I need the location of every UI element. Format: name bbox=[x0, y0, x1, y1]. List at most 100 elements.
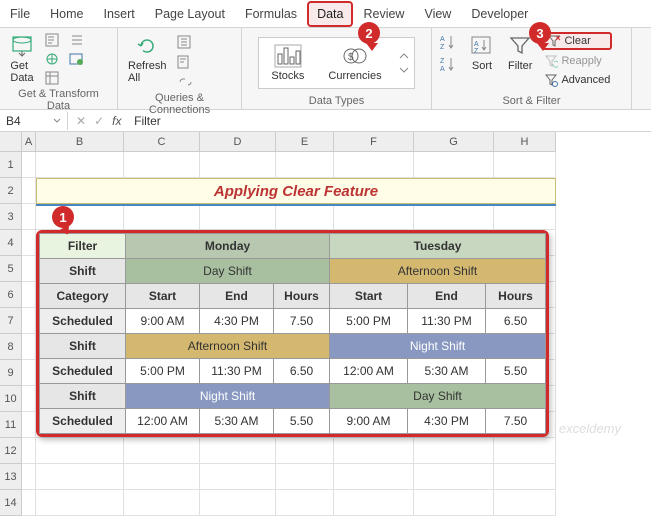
tab-developer[interactable]: Developer bbox=[461, 1, 538, 27]
col-header[interactable]: A bbox=[22, 132, 36, 152]
row-header[interactable]: 9 bbox=[0, 360, 22, 386]
queries-conn-button[interactable] bbox=[177, 34, 193, 50]
existing-conn-button[interactable] bbox=[68, 51, 86, 67]
refresh-all-button[interactable]: Refresh All bbox=[124, 32, 171, 86]
data-types-more[interactable] bbox=[396, 53, 412, 73]
cell-value[interactable]: 4:30 PM bbox=[200, 309, 274, 334]
tab-data[interactable]: Data bbox=[307, 1, 353, 27]
label-scheduled[interactable]: Scheduled bbox=[40, 409, 126, 434]
title-underline bbox=[36, 204, 556, 206]
cell-value[interactable]: 12:00 AM bbox=[330, 359, 408, 384]
tab-file[interactable]: File bbox=[0, 1, 40, 27]
currencies-button[interactable]: $ Currencies bbox=[318, 42, 391, 84]
enter-icon[interactable]: ✓ bbox=[94, 114, 104, 128]
label-scheduled[interactable]: Scheduled bbox=[40, 309, 126, 334]
col-header[interactable]: F bbox=[334, 132, 414, 152]
recent-sources-button[interactable] bbox=[68, 32, 86, 48]
col-header[interactable]: D bbox=[200, 132, 276, 152]
tab-view[interactable]: View bbox=[414, 1, 461, 27]
label-shift[interactable]: Shift bbox=[40, 384, 126, 409]
col-header[interactable]: B bbox=[36, 132, 124, 152]
cell-value[interactable]: 4:30 PM bbox=[408, 409, 486, 434]
shift-cell[interactable]: Night Shift bbox=[330, 334, 546, 359]
cell-value[interactable]: 5.50 bbox=[486, 359, 546, 384]
row-header[interactable]: 14 bbox=[0, 490, 22, 516]
label-scheduled[interactable]: Scheduled bbox=[40, 359, 126, 384]
stocks-button[interactable]: Stocks bbox=[261, 42, 314, 84]
cell-value[interactable]: 9:00 AM bbox=[330, 409, 408, 434]
cancel-icon[interactable]: ✕ bbox=[76, 114, 86, 128]
header-filter[interactable]: Filter bbox=[40, 234, 126, 259]
row-header[interactable]: 3 bbox=[0, 204, 22, 230]
row-header[interactable]: 11 bbox=[0, 412, 22, 438]
formula-bar: B4 ✕ ✓ fx Filter bbox=[0, 110, 651, 132]
row-header[interactable]: 1 bbox=[0, 152, 22, 178]
row-header[interactable]: 8 bbox=[0, 334, 22, 360]
clear-button[interactable]: Clear bbox=[542, 32, 612, 50]
currencies-label: Currencies bbox=[328, 70, 381, 82]
row-header[interactable]: 13 bbox=[0, 464, 22, 490]
label-start[interactable]: Start bbox=[330, 284, 408, 309]
label-hours[interactable]: Hours bbox=[274, 284, 330, 309]
properties-button[interactable] bbox=[177, 54, 193, 70]
from-text-button[interactable] bbox=[44, 32, 62, 48]
select-all-corner[interactable] bbox=[0, 132, 22, 152]
cell-value[interactable]: 5:30 AM bbox=[408, 359, 486, 384]
sort-az-button[interactable]: AZ bbox=[438, 32, 460, 52]
name-box[interactable]: B4 bbox=[0, 112, 68, 130]
cell-value[interactable]: 9:00 AM bbox=[126, 309, 200, 334]
header-tuesday[interactable]: Tuesday bbox=[330, 234, 546, 259]
cell-value[interactable]: 7.50 bbox=[274, 309, 330, 334]
col-header[interactable]: E bbox=[276, 132, 334, 152]
cell-value[interactable]: 6.50 bbox=[486, 309, 546, 334]
shift-cell[interactable]: Night Shift bbox=[126, 384, 330, 409]
cell-value[interactable]: 5:30 AM bbox=[200, 409, 274, 434]
col-header[interactable]: H bbox=[494, 132, 556, 152]
header-monday[interactable]: Monday bbox=[126, 234, 330, 259]
formula-value[interactable]: Filter bbox=[134, 114, 161, 128]
cell-value[interactable]: 5:00 PM bbox=[330, 309, 408, 334]
tab-home[interactable]: Home bbox=[40, 1, 93, 27]
label-start[interactable]: Start bbox=[126, 284, 200, 309]
col-header[interactable]: G bbox=[414, 132, 494, 152]
fx-icon[interactable]: fx bbox=[112, 114, 126, 128]
reapply-button[interactable]: Reapply bbox=[542, 53, 612, 69]
shift-cell[interactable]: Day Shift bbox=[126, 259, 330, 284]
from-table-button[interactable] bbox=[44, 70, 62, 86]
row-header[interactable]: 7 bbox=[0, 308, 22, 334]
cell-value[interactable]: 7.50 bbox=[486, 409, 546, 434]
edit-links-button[interactable] bbox=[177, 74, 193, 90]
cell-value[interactable]: 5:00 PM bbox=[126, 359, 200, 384]
reapply-label: Reapply bbox=[561, 55, 601, 67]
row-header[interactable]: 4 bbox=[0, 230, 22, 256]
from-web-button[interactable] bbox=[44, 51, 62, 67]
advanced-button[interactable]: Advanced bbox=[542, 72, 612, 88]
label-category[interactable]: Category bbox=[40, 284, 126, 309]
cell-value[interactable]: 6.50 bbox=[274, 359, 330, 384]
label-shift[interactable]: Shift bbox=[40, 259, 126, 284]
sort-za-button[interactable]: ZA bbox=[438, 54, 460, 74]
label-end[interactable]: End bbox=[408, 284, 486, 309]
cell-value[interactable]: 11:30 PM bbox=[200, 359, 274, 384]
sort-button[interactable]: AZ Sort bbox=[466, 32, 498, 74]
label-end[interactable]: End bbox=[200, 284, 274, 309]
row-header[interactable]: 6 bbox=[0, 282, 22, 308]
label-hours[interactable]: Hours bbox=[486, 284, 546, 309]
tab-insert[interactable]: Insert bbox=[94, 1, 145, 27]
worksheet: 1 2 3 4 5 6 7 8 9 10 11 12 13 14 A B C D… bbox=[0, 132, 651, 516]
row-header[interactable]: 12 bbox=[0, 438, 22, 464]
cell-value[interactable]: 11:30 PM bbox=[408, 309, 486, 334]
tab-page-layout[interactable]: Page Layout bbox=[145, 1, 235, 27]
row-header[interactable]: 5 bbox=[0, 256, 22, 282]
shift-cell[interactable]: Afternoon Shift bbox=[330, 259, 546, 284]
row-header[interactable]: 2 bbox=[0, 178, 22, 204]
col-header[interactable]: C bbox=[124, 132, 200, 152]
label-shift[interactable]: Shift bbox=[40, 334, 126, 359]
cell-value[interactable]: 5.50 bbox=[274, 409, 330, 434]
shift-cell[interactable]: Afternoon Shift bbox=[126, 334, 330, 359]
cell-value[interactable]: 12:00 AM bbox=[126, 409, 200, 434]
get-data-button[interactable]: Get Data bbox=[6, 32, 38, 86]
tab-formulas[interactable]: Formulas bbox=[235, 1, 307, 27]
shift-cell[interactable]: Day Shift bbox=[330, 384, 546, 409]
row-header[interactable]: 10 bbox=[0, 386, 22, 412]
